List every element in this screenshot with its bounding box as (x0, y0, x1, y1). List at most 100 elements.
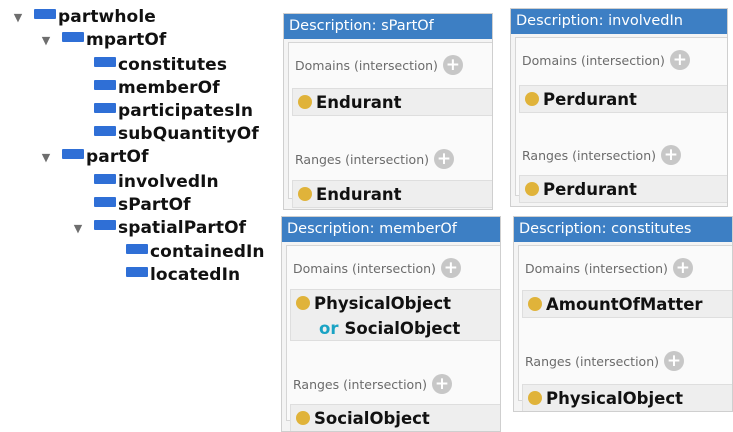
property-hierarchy-tree: ▼ partwhole ▼ mpartOf constitutes member… (0, 0, 280, 432)
ranges-label: Ranges (intersection) (295, 151, 430, 167)
tree-node-label: partwhole (58, 7, 156, 27)
domain-class-name: PhysicalObject (314, 293, 451, 313)
add-range-icon[interactable]: + (432, 374, 453, 394)
description-panel-involvedin: Description: involvedIn Domains (interse… (510, 8, 728, 207)
range-class-entry[interactable]: SocialObject (290, 404, 500, 431)
class-icon (298, 95, 312, 109)
tree-node-subquantityof[interactable]: subQuantityOf (94, 123, 259, 145)
expand-triangle-icon[interactable]: ▼ (40, 146, 52, 168)
tree-node-partwhole[interactable]: ▼ partwhole (12, 6, 156, 28)
ranges-label: Ranges (intersection) (522, 147, 657, 163)
description-panel-memberof: Description: memberOf Domains (intersect… (281, 216, 501, 432)
tree-node-label: participatesIn (118, 101, 254, 121)
range-class-name: Endurant (316, 184, 402, 204)
range-class-name: SocialObject (314, 408, 430, 428)
tree-node-label: sPartOf (118, 195, 191, 215)
tree-node-label: spatialPartOf (118, 218, 247, 238)
domains-label: Domains (intersection) (525, 260, 668, 276)
object-property-icon (94, 174, 116, 184)
range-class-entry[interactable]: Endurant (292, 180, 492, 208)
range-class-entry[interactable]: PhysicalObject (522, 384, 732, 411)
tree-node-label: subQuantityOf (118, 124, 259, 144)
expand-triangle-icon[interactable]: ▼ (12, 6, 24, 28)
domain-class-name: Perdurant (543, 89, 637, 109)
class-icon (525, 92, 539, 106)
panel-body: Domains (intersection) + PhysicalObject … (286, 245, 500, 431)
panel-title: Description: involvedIn (511, 9, 727, 34)
panel-body: Domains (intersection) + AmountOfMatter … (518, 245, 732, 411)
class-icon (528, 297, 542, 311)
expand-triangle-icon[interactable]: ▼ (40, 29, 52, 51)
domains-label: Domains (intersection) (522, 52, 665, 68)
tree-node-spatialpartof[interactable]: ▼ spatialPartOf (72, 217, 246, 239)
class-icon (525, 182, 539, 196)
object-property-icon (126, 267, 148, 277)
ranges-section-header: Ranges (intersection) + (525, 351, 685, 371)
object-property-icon (94, 80, 116, 90)
class-icon (296, 411, 310, 425)
range-class-entry[interactable]: Perdurant (519, 175, 727, 203)
tree-node-participatesin[interactable]: participatesIn (94, 100, 253, 122)
tree-node-label: constitutes (118, 55, 228, 75)
add-domain-icon[interactable]: + (440, 258, 461, 278)
ranges-section-header: Ranges (intersection) + (293, 374, 453, 394)
domains-label: Domains (intersection) (295, 57, 438, 73)
domain-union-row: or SocialObject (291, 316, 500, 340)
object-property-icon (94, 126, 116, 136)
ranges-label: Ranges (intersection) (525, 353, 660, 369)
class-icon (296, 296, 310, 310)
object-property-icon (62, 149, 84, 159)
object-property-icon (94, 57, 116, 67)
class-icon (298, 187, 312, 201)
object-property-icon (94, 103, 116, 113)
tree-node-label: memberOf (118, 78, 220, 98)
tree-node-memberof[interactable]: memberOf (94, 77, 220, 99)
add-range-icon[interactable]: + (434, 149, 455, 169)
description-panel-spartof: Description: sPartOf Domains (intersecti… (283, 13, 493, 210)
domains-section-header: Domains (intersection) + (293, 258, 461, 278)
tree-node-label: locatedIn (150, 265, 241, 285)
object-property-icon (62, 32, 84, 42)
tree-node-involvedin[interactable]: involvedIn (94, 171, 219, 193)
class-icon (528, 391, 542, 405)
panel-title: Description: memberOf (282, 217, 500, 242)
add-domain-icon[interactable]: + (672, 258, 693, 278)
ranges-label: Ranges (intersection) (293, 376, 428, 392)
domains-section-header: Domains (intersection) + (525, 258, 693, 278)
domain-class-name: AmountOfMatter (546, 294, 703, 314)
tree-node-constitutes[interactable]: constitutes (94, 54, 227, 76)
tree-node-locatedin[interactable]: locatedIn (126, 264, 240, 286)
panel-title: Description: sPartOf (284, 14, 492, 39)
tree-node-mpartof[interactable]: ▼ mpartOf (40, 29, 167, 51)
range-class-name: PhysicalObject (546, 388, 683, 408)
add-range-icon[interactable]: + (661, 145, 682, 165)
domain-class-entry[interactable]: Perdurant (519, 85, 727, 113)
tree-node-label: partOf (86, 147, 149, 167)
tree-node-label: involvedIn (118, 172, 219, 192)
or-keyword: or (319, 318, 339, 338)
domains-section-header: Domains (intersection) + (522, 50, 690, 70)
object-property-icon (94, 197, 116, 207)
object-property-icon (34, 9, 56, 19)
add-range-icon[interactable]: + (664, 351, 685, 371)
domain-class-entry[interactable]: AmountOfMatter (522, 290, 732, 318)
panel-body: Domains (intersection) + Endurant Ranges… (288, 42, 492, 208)
tree-node-spartof[interactable]: sPartOf (94, 194, 191, 216)
domains-label: Domains (intersection) (293, 260, 436, 276)
tree-node-label: mpartOf (86, 30, 167, 50)
domain-class-entry[interactable]: PhysicalObject or SocialObject (290, 289, 500, 341)
panel-body: Domains (intersection) + Perdurant Range… (515, 37, 727, 203)
tree-node-partof[interactable]: ▼ partOf (40, 146, 149, 168)
domain-class-name: Endurant (316, 92, 402, 112)
object-property-icon (126, 244, 148, 254)
add-domain-icon[interactable]: + (669, 50, 690, 70)
ranges-section-header: Ranges (intersection) + (295, 149, 455, 169)
expand-triangle-icon[interactable]: ▼ (72, 217, 84, 239)
add-domain-icon[interactable]: + (442, 55, 463, 75)
tree-node-containedin[interactable]: containedIn (126, 241, 265, 263)
domain-class-entry[interactable]: Endurant (292, 88, 492, 116)
range-class-name: Perdurant (543, 179, 637, 199)
tree-node-label: containedIn (150, 242, 265, 262)
domains-section-header: Domains (intersection) + (295, 55, 463, 75)
panel-title: Description: constitutes (514, 217, 732, 242)
